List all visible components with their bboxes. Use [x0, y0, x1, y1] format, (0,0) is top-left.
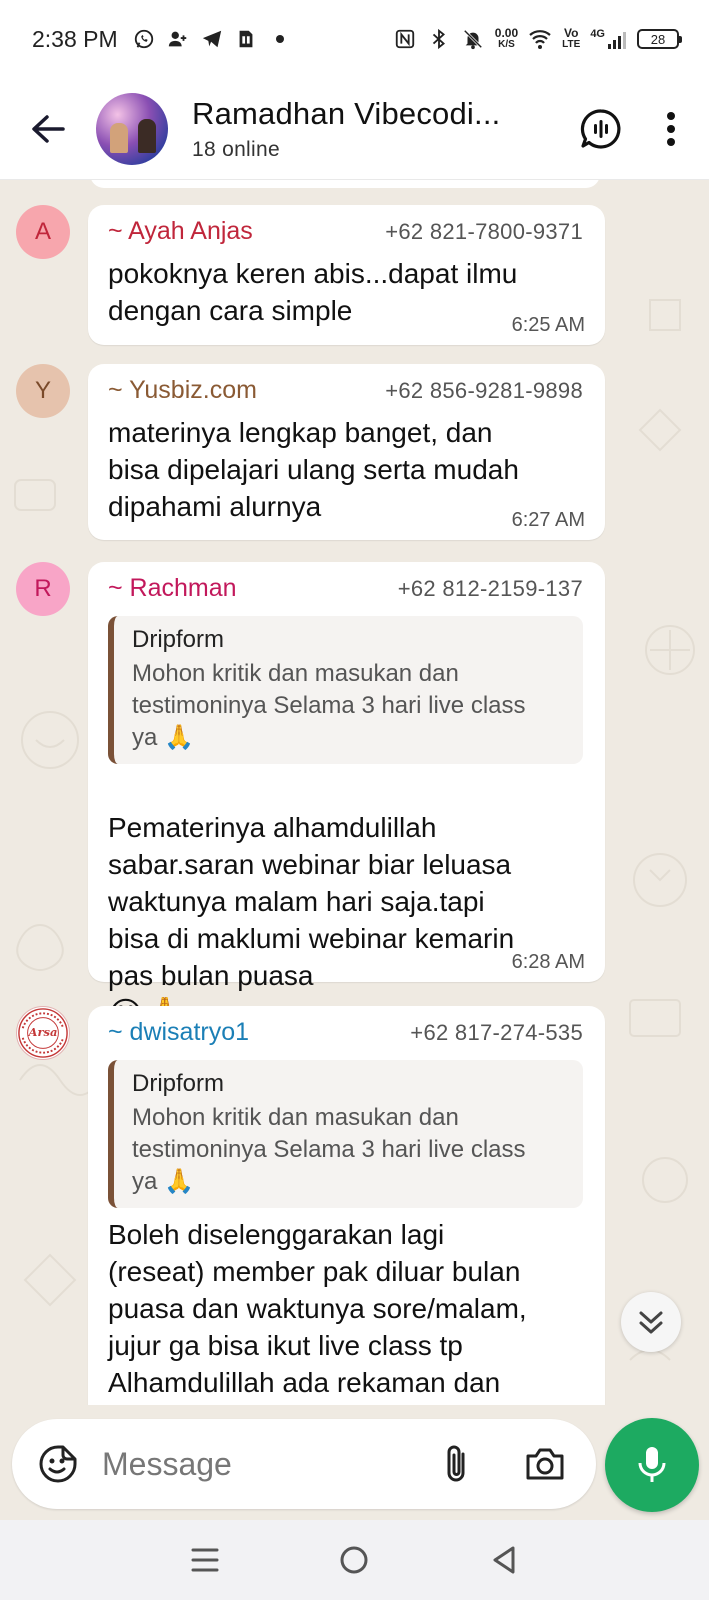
bubble-header: ~ Yusbiz.com +62 856-9281-9898: [108, 376, 583, 408]
quote-text: Mohon kritik dan masukan dan testimoniny…: [132, 1104, 526, 1195]
message-input[interactable]: [102, 1439, 422, 1489]
dot-icon: [268, 27, 292, 51]
sender-avatar[interactable]: Y: [16, 364, 70, 418]
network-type: 4G: [590, 28, 605, 40]
sender-name[interactable]: ~ dwisatryo1: [108, 1018, 249, 1047]
battery-level: 28: [650, 31, 666, 47]
battery-icon: 28: [637, 29, 682, 49]
more-vert-icon: [667, 111, 675, 146]
net-speed: 0.00 K/S: [495, 27, 518, 51]
sticker-icon: [39, 1445, 77, 1483]
bubble-header: ~ Rachman +62 812-2159-137: [108, 574, 583, 606]
online-count: 18 online: [192, 137, 280, 161]
svg-text:Arsa: Arsa: [27, 1025, 57, 1039]
camera-icon: [526, 1448, 564, 1480]
message-bubble[interactable]: ~ Ayah Anjas +62 821-7800-9371 pokoknya …: [88, 205, 605, 345]
nfc-icon: [393, 27, 417, 51]
net-speed-value: 0.00: [494, 26, 519, 40]
camera-button[interactable]: [520, 1440, 570, 1488]
group-call-button[interactable]: [577, 105, 625, 153]
volte-bottom: LTE: [562, 39, 581, 50]
signal-icon: [608, 32, 626, 49]
message-time: 6:27 AM: [511, 509, 585, 531]
message-time: 6:28 AM: [511, 951, 585, 973]
quoted-message[interactable]: Dripform Mohon kritik dan masukan dan te…: [108, 1060, 583, 1208]
sender-avatar[interactable]: Arsa: [16, 1006, 70, 1060]
message-bubble[interactable]: ~ Yusbiz.com +62 856-9281-9898 materinya…: [88, 364, 605, 540]
status-left: 2:38 PM: [32, 26, 292, 53]
recent-apps-button[interactable]: [180, 1535, 230, 1585]
more-options-button[interactable]: [661, 105, 681, 153]
back-nav-button[interactable]: [479, 1535, 529, 1585]
back-button[interactable]: [28, 109, 68, 149]
arsa-logo-icon: Arsa: [18, 1008, 68, 1058]
sender-phone: +62 856-9281-9898: [385, 378, 583, 403]
message-text-wrapper: Pematerinya alhamdulillah sabar.saran we…: [108, 772, 583, 1034]
net-speed-unit: K/S: [498, 39, 515, 50]
back-arrow-icon: [32, 114, 65, 143]
quote-author: Dripform: [132, 626, 225, 653]
avatar-letter: R: [34, 575, 52, 602]
signal-group: 4G: [590, 28, 627, 50]
sender-name[interactable]: ~ Ayah Anjas: [108, 217, 253, 246]
sender-phone: +62 817-274-535: [410, 1020, 583, 1045]
message-text: Pematerinya alhamdulillah sabar.saran we…: [108, 812, 515, 991]
wifi-icon: [528, 27, 552, 51]
chat-area[interactable]: A ~ Ayah Anjas +62 821-7800-9371 pokokny…: [0, 180, 709, 1405]
sender-avatar[interactable]: R: [16, 562, 70, 616]
message-time: 6:25 AM: [511, 314, 585, 336]
back-triangle-icon: [493, 1546, 515, 1574]
chevrons-down-icon: [639, 1311, 663, 1334]
sender-name[interactable]: ~ Rachman: [108, 574, 237, 603]
bluetooth-icon: [427, 27, 451, 51]
volte-indicator: Vo LTE: [562, 27, 580, 51]
volte-top: Vo: [564, 26, 579, 40]
quote-author: Dripform: [132, 1070, 225, 1097]
quote-text: Mohon kritik dan masukan dan testimoniny…: [132, 660, 526, 751]
composer-bar: [0, 1405, 709, 1520]
group-name: Ramadhan Vibecodi...: [192, 95, 501, 131]
add-person-icon: [166, 27, 190, 51]
sim-icon: [234, 27, 258, 51]
voice-record-button[interactable]: [605, 1418, 699, 1512]
message-bubble[interactable]: ~ dwisatryo1 +62 817-274-535 Dripform Mo…: [88, 1006, 605, 1405]
quoted-message[interactable]: Dripform Mohon kritik dan masukan dan te…: [108, 616, 583, 764]
sender-avatar[interactable]: A: [16, 205, 70, 259]
message-text: Boleh diselenggarakan lagi (reseat) memb…: [108, 1219, 527, 1398]
message-composer: [12, 1419, 596, 1509]
sender-name[interactable]: ~ Yusbiz.com: [108, 376, 257, 405]
scroll-to-bottom-button[interactable]: [621, 1292, 681, 1352]
avatar-letter: A: [34, 218, 51, 245]
header-text[interactable]: Ramadhan Vibecodi... 18 online: [192, 96, 577, 162]
menu-lines-icon: [191, 1548, 219, 1572]
whatsapp-icon: [132, 27, 156, 51]
system-nav-bar: [0, 1520, 709, 1600]
previous-message-edge: [90, 180, 600, 188]
group-call-icon: [580, 108, 621, 149]
group-avatar[interactable]: [96, 92, 168, 165]
home-circle-icon: [340, 1546, 368, 1574]
telegram-icon: [200, 27, 224, 51]
status-bar: 2:38 PM 0.00 K/S Vo LTE 4G 28: [0, 0, 709, 78]
bubble-header: ~ Ayah Anjas +62 821-7800-9371: [108, 217, 583, 249]
chat-header: Ramadhan Vibecodi... 18 online: [0, 78, 709, 180]
paperclip-icon: [447, 1445, 465, 1482]
attach-button[interactable]: [432, 1440, 480, 1488]
sticker-button[interactable]: [34, 1440, 82, 1488]
sender-phone: +62 812-2159-137: [397, 576, 583, 601]
sender-phone: +62 821-7800-9371: [385, 219, 583, 244]
status-time: 2:38 PM: [32, 25, 118, 52]
bubble-header: ~ dwisatryo1 +62 817-274-535: [108, 1018, 583, 1050]
mic-icon: [638, 1447, 666, 1482]
message-bubble[interactable]: ~ Rachman +62 812-2159-137 Dripform Moho…: [88, 562, 605, 1034]
avatar-letter: Y: [34, 377, 51, 404]
mute-bell-icon: [461, 27, 485, 51]
home-button[interactable]: [329, 1535, 379, 1585]
status-right: 0.00 K/S Vo LTE 4G 28: [393, 27, 682, 51]
